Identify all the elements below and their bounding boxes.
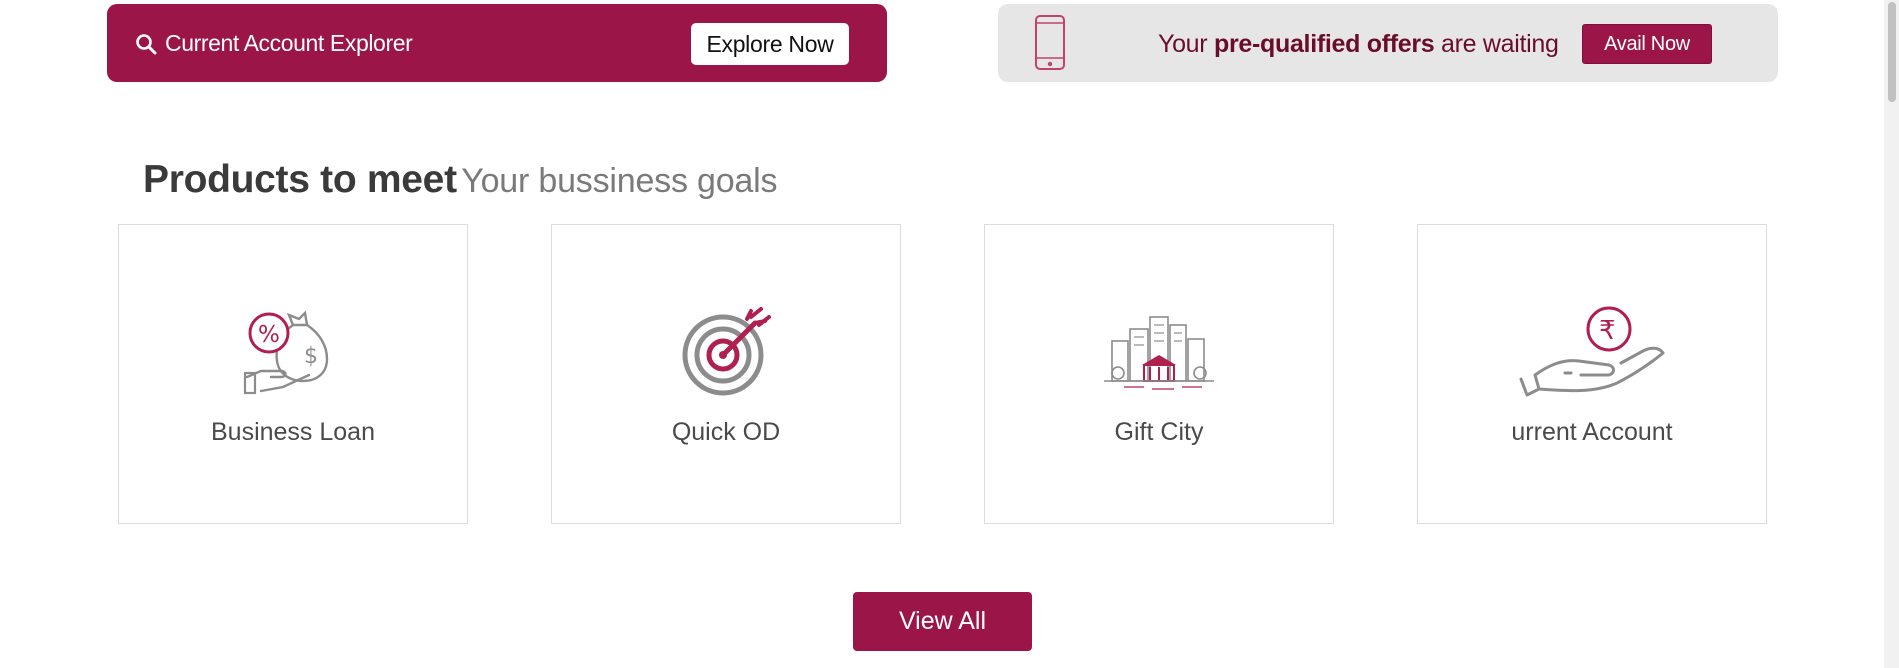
offer-message: Your pre-qualified offers are waiting: [1158, 30, 1559, 59]
product-card-quick-od[interactable]: Quick OD: [551, 224, 901, 524]
current-account-explorer-banner[interactable]: Current Account Explorer Explore Now: [107, 4, 887, 82]
heading-strong: Products to meet: [143, 158, 457, 201]
target-arrow-icon: [682, 307, 771, 396]
offer-text-prefix: Your: [1158, 30, 1214, 58]
product-label: Business Loan: [210, 418, 375, 446]
city-buildings-icon: [1104, 316, 1214, 390]
banner-title: Current Account Explorer: [165, 30, 413, 56]
product-label: urrent Account: [1511, 418, 1673, 446]
view-all-button[interactable]: View All: [853, 592, 1032, 651]
heading-light: Your bussiness goals: [461, 162, 778, 200]
product-label: Gift City: [1114, 418, 1204, 446]
mobile-phone-icon: [1035, 15, 1065, 70]
product-card-business-loan[interactable]: $ % Business Loan: [118, 224, 468, 524]
offer-text-bold: pre-qualified offers: [1213, 30, 1435, 58]
pre-qualified-offers-banner: Your pre-qualified offers are waiting Av…: [998, 4, 1778, 82]
scrollbar-thumb[interactable]: [1888, 2, 1896, 102]
product-card-gift-city[interactable]: Gift City: [984, 224, 1334, 524]
section-heading: Products to meet Your bussiness goals: [143, 158, 777, 202]
svg-text:₹: ₹: [1599, 316, 1616, 346]
explore-now-button[interactable]: Explore Now: [691, 23, 849, 65]
page-scrollbar[interactable]: [1884, 0, 1899, 668]
money-bag-hand-icon: $ %: [243, 310, 329, 395]
product-card-current-account[interactable]: ₹ urrent Account: [1417, 224, 1767, 524]
offer-text-suffix: are waiting: [1434, 30, 1559, 58]
rupee-hand-icon: ₹: [1519, 306, 1665, 397]
svg-text:$: $: [304, 344, 318, 369]
product-label: Quick OD: [671, 418, 781, 446]
avail-now-button[interactable]: Avail Now: [1582, 24, 1712, 64]
search-icon: [136, 34, 157, 55]
svg-text:%: %: [258, 322, 280, 348]
